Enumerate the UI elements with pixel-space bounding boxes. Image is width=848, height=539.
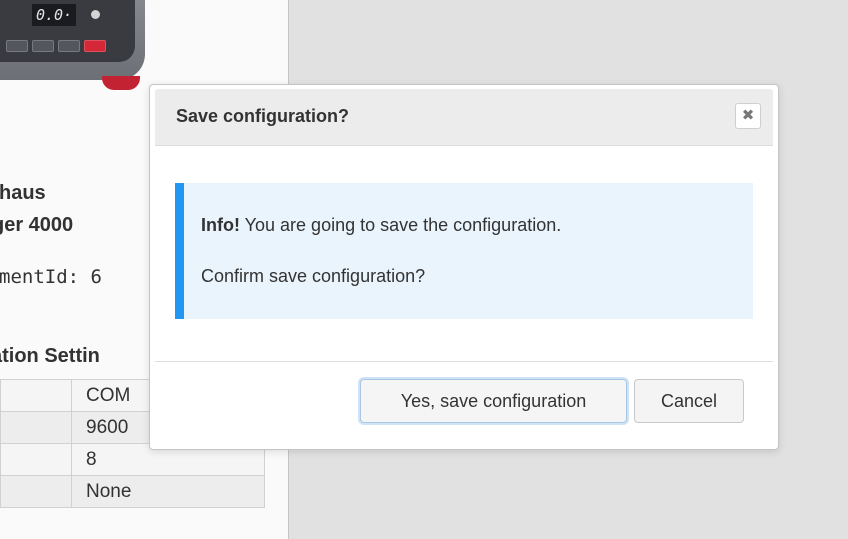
info-alert: Info! You are going to save the configur… xyxy=(175,183,753,319)
alert-question: Confirm save configuration? xyxy=(201,266,426,286)
save-configuration-dialog: Save configuration? ✖ Info! You are goin… xyxy=(149,84,779,450)
cancel-button[interactable]: Cancel xyxy=(634,379,744,423)
alert-label: Info! xyxy=(201,215,240,235)
page: 0.0· haus ger 4000 mentId: 6 ation Setti… xyxy=(0,0,848,539)
close-icon: ✖ xyxy=(741,107,755,124)
dialog-title: Save configuration? xyxy=(176,106,350,126)
alert-text: You are going to save the configuration. xyxy=(239,215,562,235)
footer-divider xyxy=(155,361,773,362)
dialog-header: Save configuration? ✖ xyxy=(155,89,773,146)
alert-message: Info! You are going to save the configur… xyxy=(201,215,561,236)
close-button[interactable]: ✖ xyxy=(735,103,761,129)
confirm-save-button[interactable]: Yes, save configuration xyxy=(360,379,627,423)
